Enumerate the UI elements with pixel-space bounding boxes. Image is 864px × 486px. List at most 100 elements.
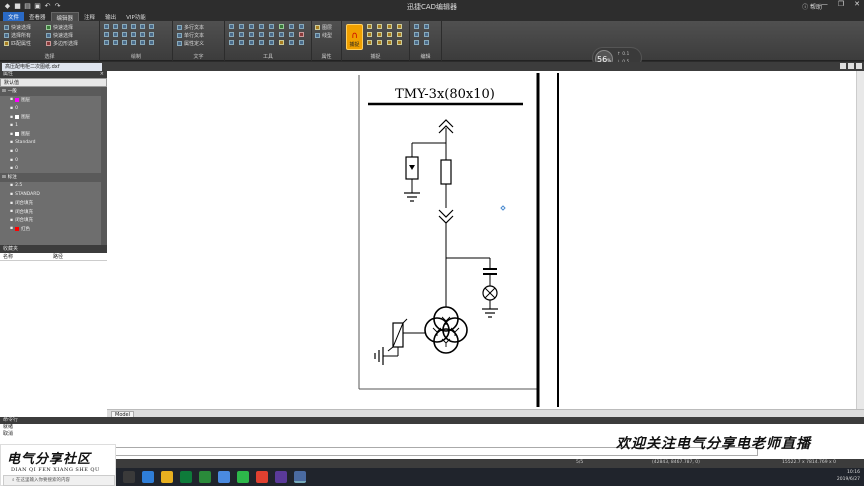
close-button[interactable]: ✕ <box>854 0 860 8</box>
nearest-snap-icon[interactable] <box>377 40 382 45</box>
snap-button[interactable]: ∩ 捕捉 <box>346 24 363 50</box>
attdef-button[interactable]: 属性定义 <box>177 39 204 47</box>
property-section[interactable]: ⊟ 一般 <box>0 87 107 96</box>
endpoint-snap-icon[interactable] <box>367 24 372 29</box>
collapse-icon[interactable]: ⊟ <box>2 89 6 94</box>
break-icon[interactable] <box>249 32 254 37</box>
rotate-icon[interactable] <box>249 24 254 29</box>
property-row[interactable]: ▪ 0 <box>0 156 107 165</box>
linetype-button[interactable]: 线型 <box>315 31 332 39</box>
block-icon[interactable] <box>149 40 154 45</box>
layer-button[interactable]: 图层 <box>315 23 332 31</box>
polygon-draw-icon[interactable] <box>140 32 145 37</box>
node-snap-icon[interactable] <box>397 24 402 29</box>
document-tab[interactable]: 高压配电柜二次图纸.dxf <box>2 63 102 71</box>
property-row[interactable]: ▪ 图层 <box>0 113 107 122</box>
property-row[interactable]: ▪ 闭合填充 <box>0 207 107 216</box>
select-all-button[interactable]: 选择所有 <box>4 31 31 39</box>
excel-icon[interactable] <box>180 471 192 483</box>
collapse-icon[interactable]: ⊟ <box>2 175 6 180</box>
ellipse-icon[interactable] <box>113 32 118 37</box>
tab-output[interactable]: 输出 <box>100 12 121 21</box>
minimize-button[interactable]: — <box>821 0 828 8</box>
edge-browser-icon[interactable] <box>142 471 154 483</box>
center-snap-icon[interactable] <box>387 24 392 29</box>
divide-icon[interactable] <box>239 40 244 45</box>
save-icon[interactable]: ■ <box>14 2 21 10</box>
property-row[interactable]: ▪ 闭合填充 <box>0 199 107 208</box>
clock-date[interactable]: 2019/6/27 <box>837 476 860 483</box>
rectangle-icon[interactable] <box>104 32 109 37</box>
spline-icon[interactable] <box>140 24 145 29</box>
print-icon[interactable]: ▣ <box>34 2 41 10</box>
copy-icon[interactable] <box>239 24 244 29</box>
purple-app-icon[interactable] <box>275 471 287 483</box>
select-similar-button[interactable]: 快速选择 <box>46 23 78 31</box>
lengthen-icon[interactable] <box>259 40 264 45</box>
wechat-icon[interactable] <box>237 471 249 483</box>
task-view-icon[interactable] <box>123 471 135 483</box>
intersection-snap-icon[interactable] <box>377 32 382 37</box>
panel-close-icon[interactable]: × <box>100 71 104 78</box>
mtext-button[interactable]: 多行文本 <box>177 23 204 31</box>
undo-icon[interactable]: ↶ <box>44 2 51 10</box>
explode-icon[interactable] <box>289 32 294 37</box>
align-icon[interactable] <box>249 40 254 45</box>
clip-icon[interactable] <box>424 32 429 37</box>
dist-icon[interactable] <box>289 40 294 45</box>
property-row[interactable]: ▪ 图层 <box>0 130 107 139</box>
file-explorer-icon[interactable] <box>161 471 173 483</box>
red-app-icon[interactable] <box>256 471 268 483</box>
polyline-icon[interactable] <box>113 24 118 29</box>
drawing-svg[interactable]: TMY-3x(80x10) <box>107 71 864 409</box>
fav-col-path[interactable]: 路径 <box>50 253 100 260</box>
cad-app-icon[interactable] <box>294 471 306 483</box>
measure-icon[interactable] <box>229 40 234 45</box>
tab-file[interactable]: 文件 <box>3 12 25 21</box>
circle-icon[interactable] <box>131 24 136 29</box>
trim-icon[interactable] <box>229 32 234 37</box>
taskbar-search[interactable]: ⌕ 在这里输入你要搜索的内容 <box>3 475 115 486</box>
property-row[interactable]: ▪ 0 <box>0 104 107 113</box>
extend-icon[interactable] <box>239 32 244 37</box>
drawing-canvas[interactable]: TMY-3x(80x10) Model <box>107 71 864 419</box>
pedit-icon[interactable] <box>269 40 274 45</box>
property-row[interactable]: ▪ Standard <box>0 139 107 148</box>
grid-icon[interactable] <box>397 40 402 45</box>
mirror-icon[interactable] <box>269 24 274 29</box>
join-icon[interactable] <box>259 32 264 37</box>
redo-icon[interactable]: ↷ <box>54 2 61 10</box>
property-row[interactable]: ▪ 红色 <box>0 225 107 234</box>
point-icon[interactable] <box>149 24 154 29</box>
clock-time[interactable]: 10:16 <box>837 469 860 476</box>
property-row[interactable]: ▪ 0 <box>0 147 107 156</box>
doc-restore-button[interactable] <box>848 63 854 69</box>
match-props-button[interactable]: 匹配属性 <box>4 39 31 47</box>
xline-icon[interactable] <box>104 40 109 45</box>
erase-icon[interactable] <box>299 32 304 37</box>
qq-icon[interactable] <box>218 471 230 483</box>
quick-select-button[interactable]: 快速选择 <box>4 23 31 31</box>
hatch-icon[interactable] <box>122 32 127 37</box>
doc-minimize-button[interactable] <box>840 63 846 69</box>
polygon-select-button[interactable]: 多边形选择 <box>46 39 78 47</box>
tab-vip[interactable]: VIP功能 <box>121 12 151 21</box>
property-row[interactable]: ▪ STANDARD <box>0 190 107 199</box>
cut-icon[interactable] <box>424 24 429 29</box>
property-row[interactable]: ▪ 0 <box>0 164 107 173</box>
fillet-icon[interactable] <box>279 32 284 37</box>
tab-editor[interactable]: 编辑器 <box>50 12 80 22</box>
ray-icon[interactable] <box>149 32 154 37</box>
tab-viewer[interactable]: 查看器 <box>24 12 51 21</box>
property-row[interactable]: ▪ 闭合填充 <box>0 216 107 225</box>
arc-icon[interactable] <box>122 24 127 29</box>
perp-snap-icon[interactable] <box>397 32 402 37</box>
text-button[interactable]: 单行文本 <box>177 31 204 39</box>
ortho-icon[interactable] <box>387 40 392 45</box>
property-row[interactable]: ▪ 1 <box>0 121 107 130</box>
maximize-button[interactable]: ❐ <box>838 0 844 8</box>
area-icon[interactable] <box>279 40 284 45</box>
move-icon[interactable] <box>229 24 234 29</box>
midpoint-snap-icon[interactable] <box>377 24 382 29</box>
doc-close-button[interactable] <box>856 63 862 69</box>
